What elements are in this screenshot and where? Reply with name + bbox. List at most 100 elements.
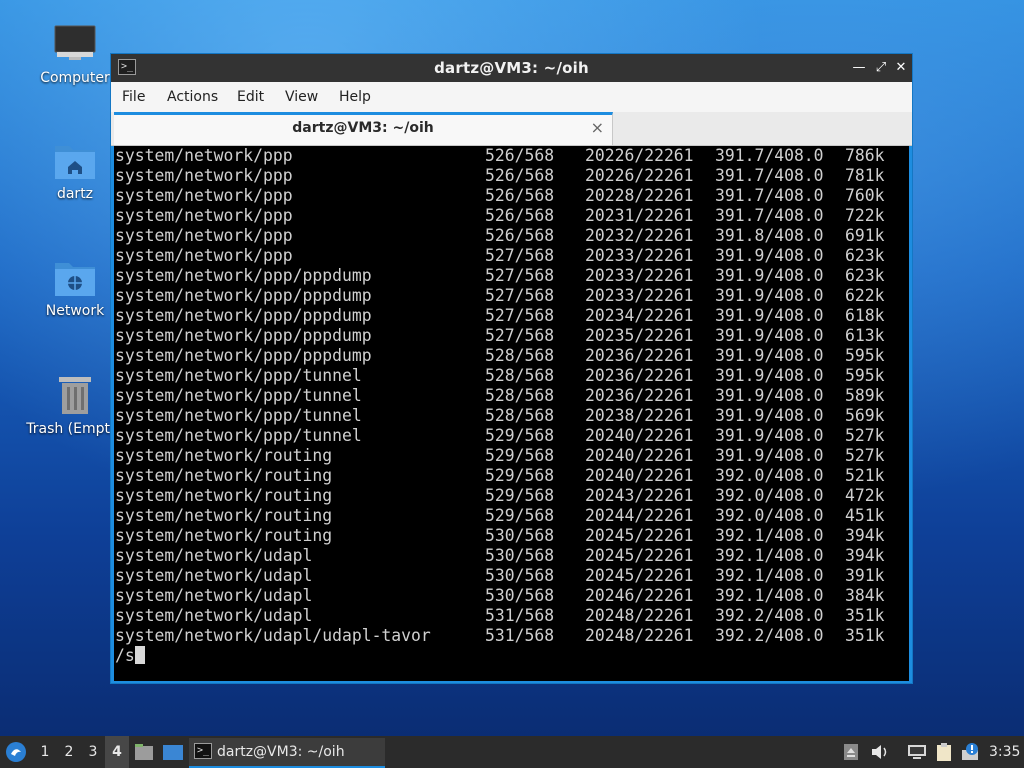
line-speed: 623k <box>845 246 885 265</box>
line-speed: 613k <box>845 326 885 345</box>
line-path: system/network/routing <box>115 466 333 485</box>
terminal-line: system/network/ppp/pppdump 528/568 20236/2… <box>114 346 909 366</box>
minimize-button[interactable]: — <box>850 59 868 77</box>
tab-terminal[interactable]: dartz@VM3: ~/oih × <box>114 112 613 145</box>
line-packages: 20232/22261 <box>585 226 694 245</box>
menu-file[interactable]: File <box>122 89 145 105</box>
line-packages: 20245/22261 <box>585 546 694 565</box>
line-size: 391.9/408.0 <box>715 306 824 325</box>
line-packages: 20236/22261 <box>585 386 694 405</box>
line-size: 391.9/408.0 <box>715 426 824 445</box>
line-speed: 691k <box>845 226 885 245</box>
workspace-3[interactable]: 3 <box>81 736 105 768</box>
workspace-4[interactable]: 4 <box>105 736 129 768</box>
terminal-line: system/network/ppp 526/568 20232/22261 391.… <box>114 226 909 246</box>
line-packages: 20244/22261 <box>585 506 694 525</box>
line-speed: 569k <box>845 406 885 425</box>
line-size: 391.9/408.0 <box>715 386 824 405</box>
volume-icon[interactable] <box>870 743 890 761</box>
line-size: 391.7/408.0 <box>715 186 824 205</box>
network-folder-icon <box>55 263 95 296</box>
terminal-line: system/network/ppp/tunnel 529/568 20240/22… <box>114 426 909 446</box>
terminal-line: system/network/udapl 530/568 20246/22261 39… <box>114 586 909 606</box>
line-packages: 20238/22261 <box>585 406 694 425</box>
clipboard-icon[interactable] <box>934 742 954 762</box>
line-path: system/network/udapl <box>115 586 313 605</box>
line-path: system/network/udapl/udapl-tavor <box>115 626 431 645</box>
tab-close-icon[interactable]: × <box>591 118 604 137</box>
window-titlebar[interactable]: >_ dartz@VM3: ~/oih — ⤢ ✕ <box>111 54 912 82</box>
terminal-line: system/network/ppp 526/568 20226/22261 391.… <box>114 146 909 166</box>
menu-actions[interactable]: Actions <box>167 89 218 105</box>
terminal-line: system/network/ppp/pppdump 527/568 20235/2… <box>114 326 909 346</box>
line-size: 391.9/408.0 <box>715 406 824 425</box>
line-packages: 20226/22261 <box>585 146 694 165</box>
line-size: 392.2/408.0 <box>715 626 824 645</box>
menu-help[interactable]: Help <box>339 89 371 105</box>
line-files: 528/568 <box>485 346 555 365</box>
terminal-output[interactable]: system/network/ppp 526/568 20226/22261 391.… <box>114 146 909 681</box>
workspace-1[interactable]: 1 <box>33 736 57 768</box>
clock[interactable]: 3:35 <box>989 736 1020 768</box>
updates-icon[interactable] <box>960 742 982 762</box>
terminal-lines: system/network/ppp 526/568 20226/22261 391.… <box>114 146 909 646</box>
menu-bar: File Actions Edit View Help <box>111 82 912 112</box>
show-desktop-icon[interactable] <box>162 742 184 762</box>
terminal-line: system/network/ppp/tunnel 528/568 20238/22… <box>114 406 909 426</box>
line-size: 392.0/408.0 <box>715 486 824 505</box>
line-packages: 20243/22261 <box>585 486 694 505</box>
line-files: 530/568 <box>485 546 555 565</box>
line-size: 392.1/408.0 <box>715 526 824 545</box>
line-packages: 20236/22261 <box>585 346 694 365</box>
line-speed: 391k <box>845 566 885 585</box>
menu-view[interactable]: View <box>285 89 318 105</box>
line-speed: 722k <box>845 206 885 225</box>
line-files: 526/568 <box>485 226 555 245</box>
line-packages: 20240/22261 <box>585 466 694 485</box>
line-speed: 618k <box>845 306 885 325</box>
line-files: 528/568 <box>485 366 555 385</box>
network-status-icon[interactable] <box>906 743 928 761</box>
line-path: system/network/udapl <box>115 546 313 565</box>
eject-icon[interactable] <box>843 743 859 761</box>
line-packages: 20231/22261 <box>585 206 694 225</box>
line-files: 529/568 <box>485 486 555 505</box>
line-speed: 451k <box>845 506 885 525</box>
text-cursor <box>134 646 145 664</box>
terminal-line: system/network/udapl 530/568 20245/22261 39… <box>114 546 909 566</box>
app-menu-icon[interactable] <box>4 740 28 764</box>
restore-button[interactable]: ⤢ <box>872 59 890 77</box>
terminal-line: system/network/ppp/tunnel 528/568 20236/22… <box>114 366 909 386</box>
line-packages: 20245/22261 <box>585 526 694 545</box>
line-size: 391.9/408.0 <box>715 286 824 305</box>
line-path: system/network/ppp/tunnel <box>115 366 362 385</box>
line-size: 391.7/408.0 <box>715 166 824 185</box>
workspace-2[interactable]: 2 <box>57 736 81 768</box>
file-manager-icon[interactable] <box>134 742 154 762</box>
line-path: system/network/ppp <box>115 246 293 265</box>
taskbar-task-terminal[interactable]: >_ dartz@VM3: ~/oih <box>189 738 385 768</box>
line-speed: 521k <box>845 466 885 485</box>
line-size: 392.1/408.0 <box>715 566 824 585</box>
line-path: system/network/ppp/tunnel <box>115 406 362 425</box>
line-speed: 527k <box>845 446 885 465</box>
line-speed: 394k <box>845 546 885 565</box>
close-button[interactable]: ✕ <box>892 59 910 77</box>
prompt-text: /s <box>115 646 135 665</box>
line-files: 526/568 <box>485 146 555 165</box>
terminal-prompt: /s <box>114 646 909 666</box>
terminal-line: system/network/ppp/tunnel 528/568 20236/22… <box>114 386 909 406</box>
line-speed: 623k <box>845 266 885 285</box>
line-path: system/network/ppp <box>115 206 293 225</box>
menu-edit[interactable]: Edit <box>237 89 264 105</box>
line-path: system/network/ppp/pppdump <box>115 306 372 325</box>
task-label: dartz@VM3: ~/oih <box>217 744 345 760</box>
line-size: 391.8/408.0 <box>715 226 824 245</box>
line-packages: 20248/22261 <box>585 626 694 645</box>
line-files: 530/568 <box>485 566 555 585</box>
line-size: 391.9/408.0 <box>715 246 824 265</box>
line-size: 391.9/408.0 <box>715 266 824 285</box>
line-speed: 351k <box>845 606 885 625</box>
terminal-line: system/network/udapl/udapl-tavor 531/568 2… <box>114 626 909 646</box>
line-path: system/network/ppp/tunnel <box>115 426 362 445</box>
